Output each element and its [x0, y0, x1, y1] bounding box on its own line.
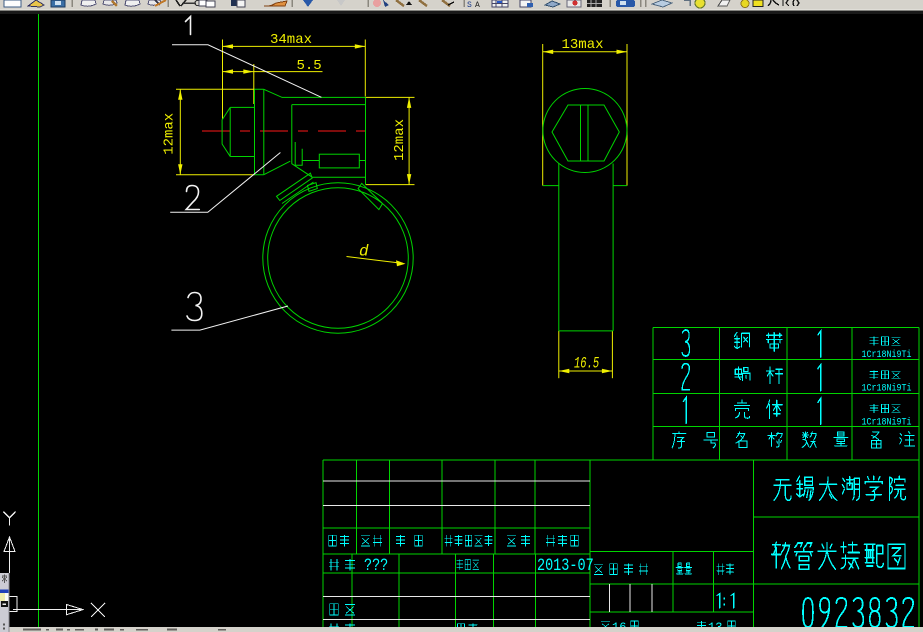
- svg-text:5.5: 5.5: [297, 58, 322, 74]
- svg-text:13max: 13max: [562, 37, 604, 53]
- svg-text:16.5: 16.5: [574, 356, 599, 374]
- svg-text:2013-07: 2013-07: [537, 556, 594, 576]
- svg-text:1Cr18Ni9Ti: 1Cr18Ni9Ti: [862, 349, 912, 361]
- svg-text:12max: 12max: [392, 119, 408, 161]
- svg-text:1Cr18Ni9Ti: 1Cr18Ni9Ti: [862, 416, 912, 428]
- svg-text:???: ???: [364, 556, 388, 576]
- svg-text:12max: 12max: [162, 113, 178, 155]
- svg-text:1Cr18Ni9Ti: 1Cr18Ni9Ti: [862, 383, 912, 395]
- svg-text:d: d: [359, 243, 369, 261]
- svg-text:34max: 34max: [270, 32, 312, 48]
- svg-text:A: A: [475, 1, 480, 10]
- svg-text:S: S: [467, 1, 472, 10]
